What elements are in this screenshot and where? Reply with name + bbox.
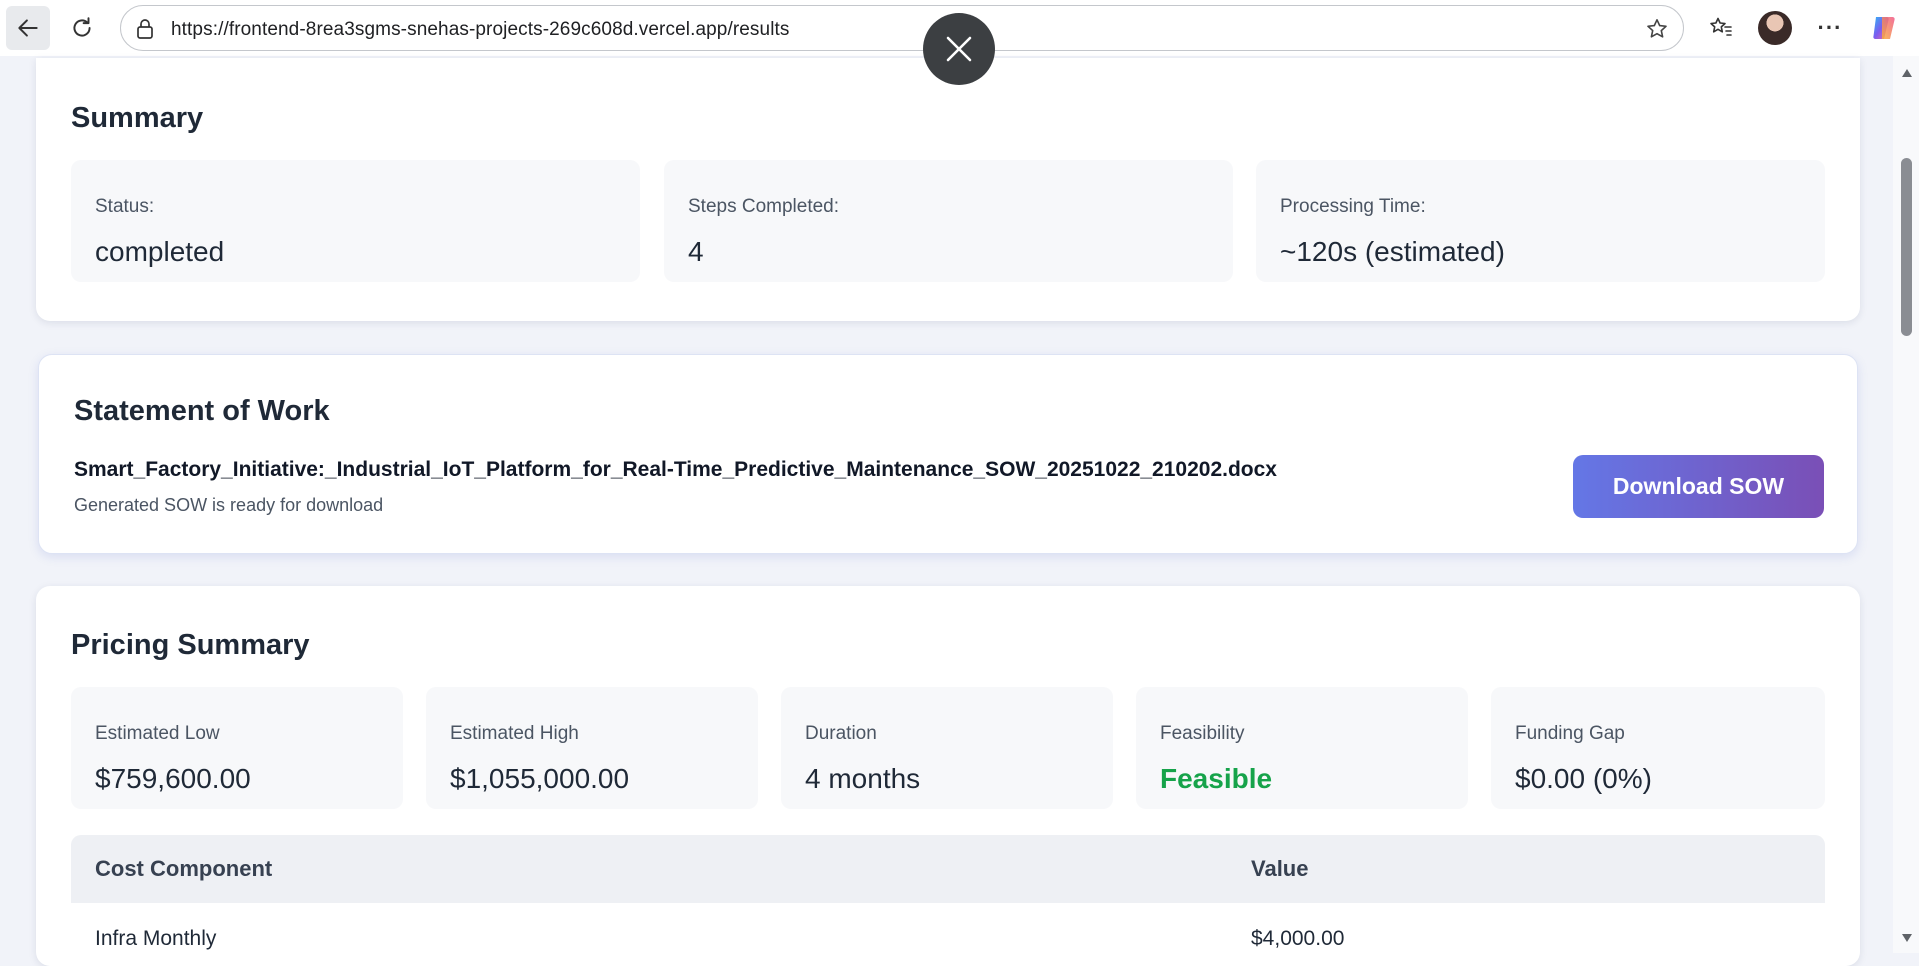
more-options-icon[interactable]: ···: [1814, 12, 1846, 44]
sow-title: Statement of Work: [74, 395, 330, 427]
avatar[interactable]: [1758, 11, 1792, 45]
stat-value: $759,600.00: [95, 763, 251, 794]
copilot-icon[interactable]: [1868, 12, 1900, 44]
column-header-cost-component: Cost Component: [95, 856, 273, 881]
table-header: Cost Component Value: [71, 835, 1825, 903]
estimated-high-stat: Estimated High $1,055,000.00: [426, 687, 758, 809]
download-sow-button[interactable]: Download SOW: [1573, 455, 1824, 518]
stat-label: Funding Gap: [1515, 723, 1625, 744]
summary-title: Summary: [71, 102, 204, 134]
arrow-left-icon: [18, 19, 38, 37]
cost-table: Cost Component Value Infra Monthly $4,00…: [71, 835, 1825, 963]
close-icon: [946, 36, 972, 62]
stat-value: 4 months: [805, 763, 921, 794]
reload-button[interactable]: [60, 6, 104, 50]
stat-label: Estimated High: [450, 723, 579, 744]
lock-icon[interactable]: [135, 18, 155, 45]
table-cell: Infra Monthly: [95, 927, 217, 950]
stat-value: completed: [95, 236, 225, 267]
stat-value: $1,055,000.00: [450, 763, 630, 794]
scroll-down-icon[interactable]: [1901, 933, 1913, 943]
stat-value: $0.00 (0%): [1515, 763, 1652, 794]
stat-label: Estimated Low: [95, 723, 220, 744]
table-cell: $4,000.00: [1251, 927, 1345, 950]
stat-value: 4: [688, 236, 704, 267]
steps-completed-stat: Steps Completed: 4: [664, 160, 1233, 282]
close-overlay-button[interactable]: [923, 13, 995, 85]
stat-label: Processing Time:: [1280, 196, 1426, 217]
status-stat: Status: completed: [71, 160, 640, 282]
url-text[interactable]: https://frontend-8rea3sgms-snehas-projec…: [171, 19, 790, 41]
scroll-thumb[interactable]: [1901, 158, 1912, 336]
duration-stat: Duration 4 months: [781, 687, 1113, 809]
summary-card: Summary Status: completed Steps Complete…: [36, 58, 1860, 321]
stat-value: ~120s (estimated): [1280, 236, 1505, 267]
address-bar[interactable]: https://frontend-8rea3sgms-snehas-projec…: [120, 5, 1684, 51]
stat-label: Duration: [805, 723, 877, 744]
table-row: Infra Monthly $4,000.00: [71, 903, 1825, 963]
processing-time-stat: Processing Time: ~120s (estimated): [1256, 160, 1825, 282]
column-header-value: Value: [1251, 856, 1309, 881]
scroll-up-icon[interactable]: [1901, 68, 1913, 78]
sow-filename: Smart_Factory_Initiative:_Industrial_IoT…: [74, 458, 1277, 481]
stat-label: Steps Completed:: [688, 196, 840, 217]
pricing-title: Pricing Summary: [71, 629, 310, 661]
back-button[interactable]: [6, 6, 50, 50]
stat-label: Status:: [95, 196, 155, 217]
stat-label: Feasibility: [1160, 723, 1245, 744]
sow-card: Statement of Work Smart_Factory_Initiati…: [38, 354, 1858, 554]
star-icon[interactable]: [1645, 17, 1669, 46]
reload-icon: [73, 17, 91, 37]
funding-gap-stat: Funding Gap $0.00 (0%): [1491, 687, 1825, 809]
favorites-icon[interactable]: [1705, 12, 1737, 44]
feasibility-stat: Feasibility Feasible: [1136, 687, 1468, 809]
page-scrollbar[interactable]: [1893, 56, 1919, 953]
estimated-low-stat: Estimated Low $759,600.00: [71, 687, 403, 809]
feasibility-value: Feasible: [1160, 763, 1273, 794]
pricing-card: Pricing Summary Estimated Low $759,600.0…: [36, 586, 1860, 966]
sow-subtitle: Generated SOW is ready for download: [74, 495, 384, 515]
